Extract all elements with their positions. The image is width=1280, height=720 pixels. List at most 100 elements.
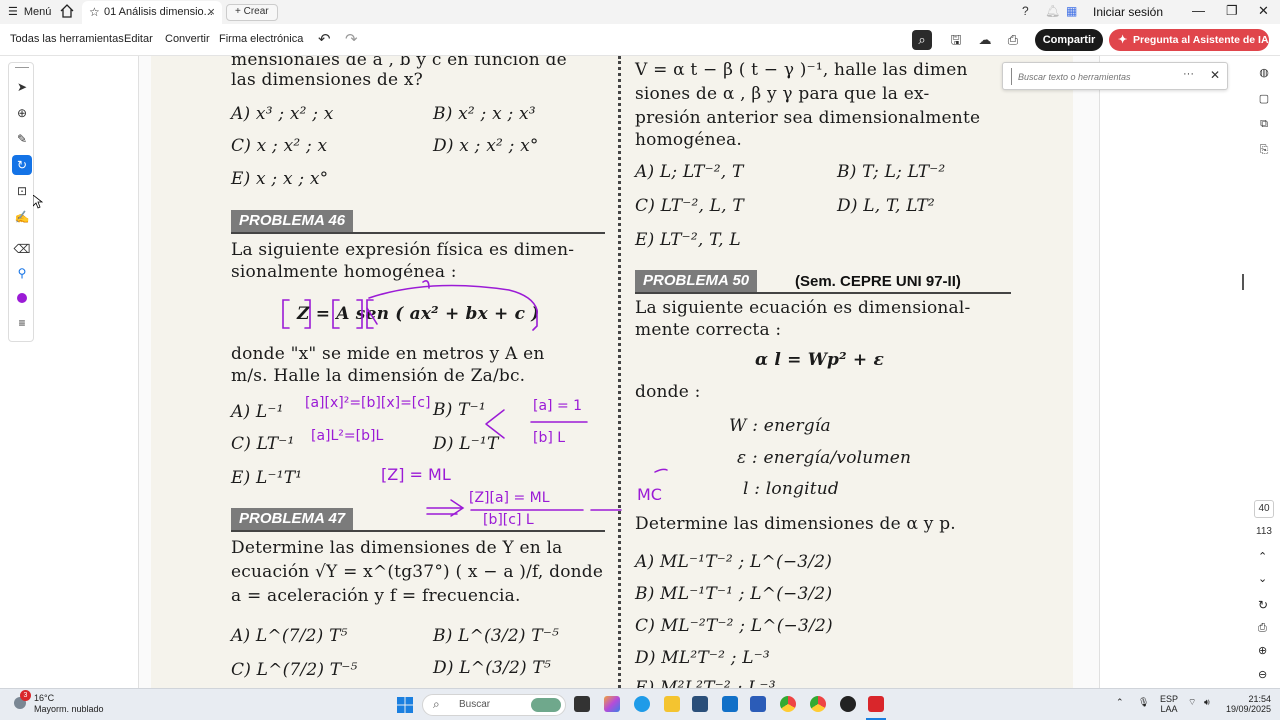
- ai-assistant-label: Pregunta al Asistente de IA: [1133, 34, 1269, 46]
- taskbar-search-label: Buscar: [459, 699, 491, 710]
- star-icon[interactable]: ☆: [89, 5, 100, 19]
- help-icon[interactable]: ?: [1022, 4, 1029, 18]
- chrome-icon[interactable]: [780, 696, 796, 712]
- maximize-icon[interactable]: ❐: [1226, 3, 1238, 19]
- text-box-icon[interactable]: ⊡: [12, 181, 32, 201]
- zoom-out-icon[interactable]: ⊖: [1258, 668, 1267, 681]
- save-icon[interactable]: 🖫︎: [946, 30, 966, 50]
- copy-pages-icon[interactable]: ⎘: [1256, 144, 1272, 160]
- page-fit-icon[interactable]: ⎙: [1258, 622, 1267, 635]
- line-weight-icon[interactable]: ≡: [12, 313, 32, 333]
- rail-handle: [12, 65, 32, 69]
- search-icon: ⌕: [433, 697, 440, 711]
- search-tool-icon[interactable]: ⌕: [912, 30, 932, 50]
- ink-mc: MC: [637, 485, 662, 504]
- minimize-icon[interactable]: —: [1192, 3, 1205, 18]
- task-view-icon[interactable]: [574, 696, 590, 712]
- search-panel: ··· ✕: [1002, 62, 1228, 90]
- acrobat-icon[interactable]: [868, 696, 884, 712]
- menu-convert[interactable]: Convertir: [165, 33, 210, 45]
- redo-icon[interactable]: ↷: [345, 30, 358, 48]
- clock-time: 21:54: [1248, 694, 1272, 704]
- app-menu-label: Menú: [23, 5, 52, 18]
- pen-icon[interactable]: ✎: [12, 129, 32, 149]
- language-code: ESP: [1160, 694, 1179, 704]
- ink-line-1: [a][x]²=[b][x]=[c]: [305, 395, 430, 411]
- total-pages: 113: [1256, 526, 1272, 537]
- ink-line-2: [a]L²=[b]L: [311, 428, 383, 444]
- search-input[interactable]: [1011, 68, 1171, 85]
- weather-description: Mayorm. nublado: [34, 704, 104, 714]
- signature-icon[interactable]: ✍: [12, 207, 32, 227]
- notification-badge: 3: [20, 690, 31, 701]
- app-menu-button[interactable]: ☰ Menú: [8, 5, 52, 19]
- clock-date: 19/09/2025: [1226, 704, 1272, 714]
- close-search-icon[interactable]: ✕: [1210, 68, 1220, 82]
- new-tab-label: Crear: [243, 6, 269, 17]
- system-clock[interactable]: 21:54 19/09/2025: [1226, 694, 1271, 714]
- edge-browser-icon[interactable]: [634, 696, 650, 712]
- ai-chat-icon: ✦: [1118, 34, 1128, 46]
- color-picker-icon[interactable]: [12, 289, 32, 309]
- taskbar-search[interactable]: ⌕ Buscar: [422, 694, 566, 716]
- ai-assistant-button[interactable]: ✦ Pregunta al Asistente de IA: [1109, 29, 1269, 51]
- ink-fraction-bottom: [b] L: [533, 430, 565, 446]
- scrollbar-thumb[interactable]: [1242, 274, 1244, 290]
- title-bar: ☰ Menú ☆ 01 Análisis dimensio... × + Cre…: [0, 0, 1280, 24]
- document-tab[interactable]: ☆ 01 Análisis dimensio... ×: [82, 1, 222, 24]
- comment-zoom-icon[interactable]: ⊕: [12, 103, 32, 123]
- undo-icon[interactable]: ↶: [318, 30, 331, 48]
- language-indicator[interactable]: ESP LAA: [1160, 694, 1178, 714]
- outlook-icon[interactable]: [722, 696, 738, 712]
- store-icon[interactable]: [692, 696, 708, 712]
- apps-grid-icon[interactable]: ▦: [1066, 4, 1077, 18]
- tray-overflow-icon[interactable]: ⌃: [1116, 697, 1124, 708]
- upload-cloud-icon[interactable]: ☁: [975, 30, 995, 50]
- right-tool-rail: ◍ ▢ ⧉ ⎘: [1250, 62, 1280, 162]
- zoom-in-icon[interactable]: ⊕: [1258, 644, 1267, 657]
- keyboard-layout: LAA: [1160, 704, 1178, 714]
- document-viewer[interactable]: mensionales de a , b y c en función de l…: [138, 56, 1100, 688]
- lasso-draw-icon[interactable]: ↻: [12, 155, 32, 175]
- chevron-down-icon[interactable]: ⌄: [1258, 572, 1267, 585]
- more-options-icon[interactable]: ···: [1183, 68, 1194, 80]
- wifi-icon[interactable]: ⌔: [1188, 697, 1196, 708]
- left-tool-rail: ➤ ⊕ ✎ ↻ ⊡ ✍ ⌫ ⚲ ≡: [8, 62, 34, 342]
- share-button[interactable]: Compartir: [1035, 29, 1103, 51]
- word-icon[interactable]: [750, 696, 766, 712]
- chevron-up-icon[interactable]: ⌃: [1258, 550, 1267, 563]
- menu-e-signature[interactable]: Firma electrónica: [219, 33, 303, 45]
- home-icon[interactable]: [60, 4, 74, 18]
- volume-icon[interactable]: 🔊︎: [1204, 697, 1210, 708]
- comments-icon[interactable]: ▢: [1256, 92, 1272, 108]
- search-highlight-icon: [531, 698, 561, 712]
- main-toolbar: Todas las herramientas Editar Convertir …: [0, 24, 1280, 56]
- menu-edit[interactable]: Editar: [124, 33, 153, 45]
- document-tab-title: 01 Análisis dimensio...: [104, 6, 213, 18]
- copilot-icon[interactable]: [604, 696, 620, 712]
- eraser-icon[interactable]: ⌫: [12, 239, 32, 259]
- pin-icon[interactable]: ⚲: [12, 263, 32, 283]
- hamburger-icon: ☰: [8, 6, 18, 18]
- close-tab-icon[interactable]: ×: [207, 4, 215, 19]
- file-explorer-icon[interactable]: [664, 696, 680, 712]
- print-icon[interactable]: ⎙: [1003, 30, 1023, 50]
- microphone-icon[interactable]: 🎙︎: [1138, 697, 1149, 708]
- close-window-icon[interactable]: ✕: [1258, 3, 1269, 19]
- windows-taskbar: 3 16°C Mayorm. nublado ⌕ Buscar ⌃ 🎙︎ ESP…: [0, 688, 1280, 720]
- windows-start-icon[interactable]: [397, 697, 413, 713]
- new-tab-button[interactable]: + Crear: [226, 4, 278, 21]
- chrome-profile-icon[interactable]: [810, 696, 826, 712]
- media-app-icon[interactable]: [840, 696, 856, 712]
- current-page-number[interactable]: 40: [1254, 500, 1274, 518]
- pdf-page: mensionales de a , b y c en función de l…: [151, 56, 1073, 688]
- ai-assistant-icon[interactable]: ◍: [1256, 66, 1272, 82]
- ink-result-bottom: [b][c] L: [483, 512, 534, 528]
- ink-result-top: [Z][a] = ML: [469, 490, 550, 506]
- cursor-icon[interactable]: ➤: [12, 77, 32, 97]
- menu-all-tools[interactable]: Todas las herramientas: [10, 33, 124, 45]
- signin-link[interactable]: Iniciar sesión: [1093, 5, 1163, 19]
- refresh-icon[interactable]: ↻: [1258, 598, 1268, 612]
- bookmark-icon[interactable]: ⧉: [1256, 118, 1272, 134]
- bell-icon[interactable]: 🔔︎: [1045, 4, 1060, 18]
